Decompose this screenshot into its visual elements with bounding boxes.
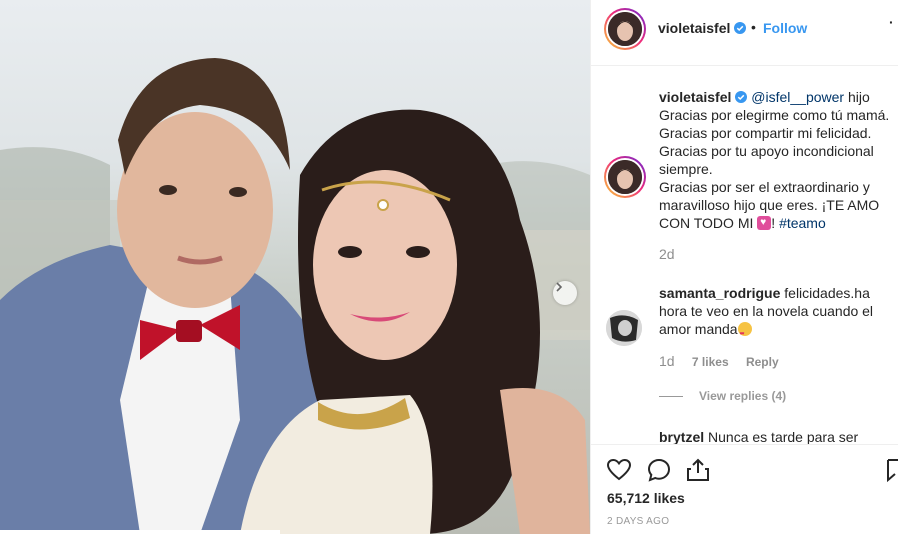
bookmark-icon[interactable] (887, 457, 898, 483)
post-date[interactable]: 2 DAYS AGO (607, 516, 669, 527)
likes-count[interactable]: 65,712 likes (607, 490, 685, 506)
verified-badge-icon (735, 91, 748, 103)
comment-timestamp[interactable]: 1d (659, 353, 675, 369)
caption-line3: Gracias por compartir mi felicidad. (659, 125, 872, 141)
caption-line4: Gracias por tu apoyo incondicional siemp… (659, 143, 874, 177)
comment-likes[interactable]: 7 likes (692, 355, 729, 369)
caption-line1-rest: hijo (844, 89, 870, 105)
photo-illustration (0, 58, 590, 534)
speech-bubble-icon[interactable] (646, 457, 672, 483)
next-photo-button[interactable] (553, 281, 577, 305)
share-icon[interactable] (685, 457, 711, 483)
comment-username[interactable]: samanta_rodrigue (659, 285, 780, 301)
more-options-button[interactable]: · (889, 14, 894, 30)
avatar-image (608, 160, 642, 194)
author-avatar[interactable] (604, 8, 646, 50)
chevron-right-icon (556, 282, 563, 292)
view-replies-label[interactable]: View replies (4) (699, 389, 786, 403)
comment-text: Nunca es tarde para ser (704, 429, 859, 444)
caption-username[interactable]: violetaisfel (659, 89, 731, 105)
verified-badge-icon (734, 22, 747, 34)
avatar-image (606, 310, 642, 346)
author-username[interactable]: violetaisfel (658, 20, 747, 36)
reply-button[interactable]: Reply (746, 355, 779, 369)
post-header: violetaisfel • Follow · (591, 0, 898, 66)
caption-line2: Gracias por elegirme como tú mamá. (659, 107, 890, 123)
post-actions: 65,712 likes 2 DAYS AGO (591, 444, 898, 534)
caption-avatar[interactable] (604, 156, 646, 198)
post-photo[interactable] (0, 0, 590, 534)
commenter-avatar[interactable] (606, 310, 642, 346)
avatar-image (608, 12, 642, 46)
heart-emoji-icon (757, 216, 772, 230)
photo-bottom-strip (0, 530, 280, 534)
caption-timestamp[interactable]: 2d (659, 246, 675, 262)
comment-item: samanta_rodrigue felicidades.ha hora te … (659, 284, 895, 343)
comment-item: brytzel Nunca es tarde para ser (659, 428, 895, 444)
comment-username[interactable]: brytzel (659, 429, 704, 444)
heart-eyes-emoji-icon (737, 322, 752, 343)
view-replies-button[interactable]: View replies (4) (659, 389, 786, 403)
comments-section[interactable]: violetaisfel @isfel__power hijo Gracias … (591, 66, 898, 444)
follow-button[interactable]: Follow (763, 20, 807, 36)
header-separator: • (751, 19, 756, 35)
caption-after-emoji: ! (771, 215, 780, 231)
comment-meta: 1d 7 likes Reply (659, 353, 779, 369)
mention-link[interactable]: @isfel__power (751, 89, 844, 105)
author-username-text[interactable]: violetaisfel (658, 20, 730, 36)
post-sidebar: violetaisfel • Follow · violetaisfel @is… (590, 0, 898, 534)
heart-outline-icon[interactable] (606, 457, 632, 483)
replies-divider (659, 396, 683, 398)
caption-text: violetaisfel @isfel__power hijo Gracias … (659, 88, 898, 232)
hashtag-link[interactable]: #teamo (779, 215, 826, 231)
